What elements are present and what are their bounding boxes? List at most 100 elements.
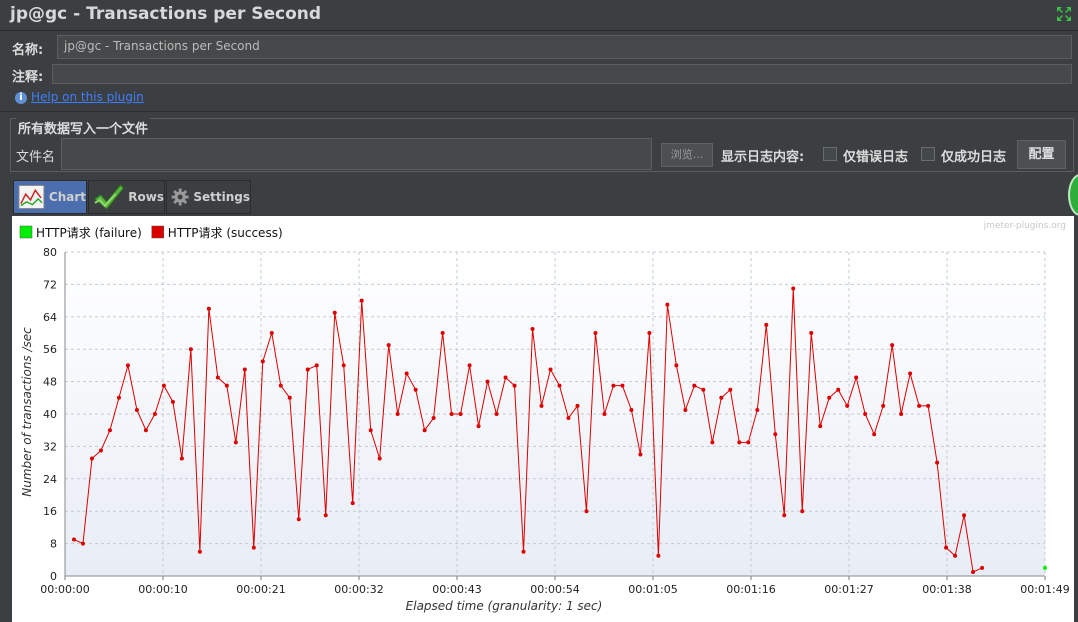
comment-field[interactable] (52, 64, 1072, 84)
data-point (305, 367, 310, 372)
data-point (296, 517, 301, 522)
data-point (782, 513, 787, 518)
data-point (107, 428, 112, 433)
x-tick-label: 00:01:27 (824, 583, 873, 596)
success-only-label: 仅成功日志 (941, 150, 1007, 165)
configure-button[interactable]: 配置 (1017, 140, 1066, 169)
legend-label: HTTP请求 (failure) (36, 226, 142, 240)
x-tick-label: 00:00:10 (138, 583, 187, 596)
info-icon: i (15, 91, 27, 104)
data-point (467, 363, 472, 368)
tab-rows[interactable]: Rows (88, 180, 165, 214)
data-point (962, 513, 967, 518)
data-point (350, 501, 355, 506)
checkmark-icon (94, 184, 124, 210)
data-point (665, 302, 670, 307)
y-tick-label: 40 (43, 408, 57, 421)
x-tick-label: 00:01:16 (726, 583, 775, 596)
data-point (224, 383, 229, 388)
data-point (359, 298, 364, 303)
window-title: jp@gc - Transactions per Second (10, 4, 322, 24)
data-point (476, 424, 481, 429)
data-point (701, 387, 706, 392)
legend-swatch (151, 225, 165, 239)
browse-button[interactable]: 浏览... (661, 143, 713, 167)
data-point (215, 375, 220, 380)
data-point (908, 371, 913, 376)
data-point (737, 440, 742, 445)
success-only-checkbox[interactable] (921, 147, 935, 161)
chart-panel: 0 8 16 24 32 40 48 56 64 72 80 00:00:00 00:00:10 00:0… (12, 216, 1074, 622)
data-point (611, 383, 616, 388)
tab-rows-label: Rows (128, 190, 164, 204)
data-point (116, 395, 121, 400)
chart-icon (18, 184, 45, 210)
data-point (809, 331, 814, 335)
data-point (566, 416, 571, 421)
data-point (710, 440, 715, 445)
data-point (953, 553, 958, 558)
data-point (692, 383, 697, 388)
tab-chart-label: Chart (48, 190, 86, 204)
name-field[interactable]: jp@gc - Transactions per Second (57, 35, 1072, 59)
data-point (755, 407, 760, 412)
data-point (278, 383, 283, 388)
data-point (728, 387, 733, 392)
data-point (854, 375, 859, 380)
x-tick-label: 00:01:49 (1020, 583, 1069, 596)
data-point (71, 537, 76, 542)
data-point (323, 513, 328, 518)
tab-chart[interactable]: Chart (13, 180, 87, 214)
data-point (656, 553, 661, 558)
x-tick-label: 00:00:32 (334, 583, 383, 596)
x-tick-label: 00:00:00 (40, 583, 89, 596)
expand-icon[interactable] (1056, 6, 1072, 22)
data-point (674, 363, 679, 368)
x-tick-label: 00:01:05 (628, 583, 677, 596)
data-point (836, 387, 841, 392)
data-point (422, 428, 427, 433)
data-point (575, 403, 580, 408)
data-point (629, 407, 634, 412)
tps-chart: 0 8 16 24 32 40 48 56 64 72 80 00:00:00 00:00:10 00:0… (19, 221, 1070, 613)
data-point (935, 460, 940, 465)
data-point (413, 387, 418, 392)
data-point (197, 549, 202, 554)
watermark: jmeter-plugins.org (983, 221, 1066, 231)
name-label: 名称: (12, 43, 44, 58)
data-point (584, 509, 589, 514)
data-point (1043, 565, 1047, 570)
data-point (890, 343, 895, 348)
errors-only-checkbox[interactable] (823, 147, 837, 161)
data-point (971, 569, 976, 574)
data-point (125, 363, 130, 368)
tab-settings[interactable]: Settings (166, 180, 251, 214)
legend-label: HTTP请求 (success) (168, 226, 283, 240)
data-point (620, 383, 625, 388)
help-row: i Help on this plugin (15, 90, 144, 104)
data-point (485, 379, 490, 384)
data-point (368, 428, 373, 433)
y-tick-label: 64 (43, 311, 57, 324)
data-point (917, 403, 922, 408)
filename-input[interactable] (61, 138, 652, 170)
data-point (521, 549, 526, 554)
comment-label: 注释: (12, 70, 44, 85)
data-point (872, 432, 877, 437)
data-point (539, 403, 544, 408)
data-point (638, 452, 643, 457)
data-point (269, 331, 274, 335)
data-point (80, 541, 85, 546)
data-point (404, 371, 409, 376)
data-point (494, 412, 499, 416)
data-point (899, 412, 904, 416)
data-point (98, 448, 103, 453)
data-point (800, 509, 805, 514)
help-link[interactable]: Help on this plugin (31, 90, 144, 104)
data-point (287, 395, 292, 400)
data-point (179, 456, 184, 461)
data-point (944, 545, 949, 550)
data-point (386, 343, 391, 348)
data-point (206, 306, 211, 311)
x-axis-label: Elapsed time (granularity: 1 sec) (406, 599, 603, 613)
